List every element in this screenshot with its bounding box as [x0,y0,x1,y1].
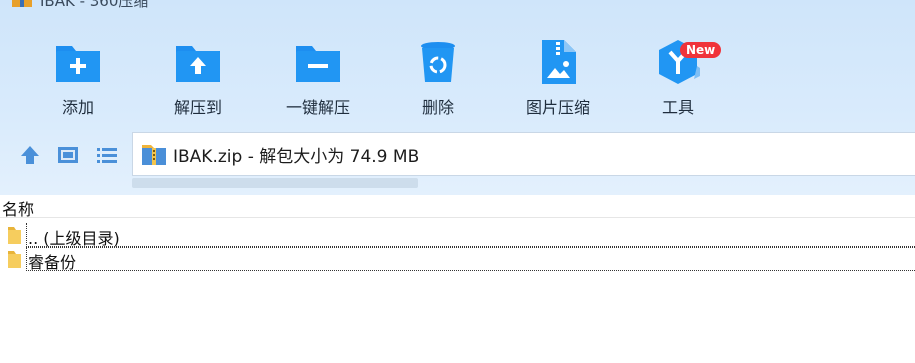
list-item-parent-directory[interactable]: .. (上级目录) [0,223,915,248]
image-file-icon [542,40,576,84]
row-separator [26,223,915,247]
list-view-icon [97,148,117,163]
add-label: 添加 [61,98,94,117]
new-badge: New [680,42,722,58]
recycle-bin-icon [421,42,455,82]
thumbnail-view-icon [58,147,78,163]
list-item-backup-folder[interactable]: 睿备份 [0,247,915,272]
add-button[interactable]: 添加 [28,20,128,120]
app-icon [12,0,32,7]
tools-button[interactable]: 工具 [628,20,728,120]
list-view-button[interactable] [94,142,120,168]
title-bar: IBAK - 360压缩 [0,0,148,10]
image-compress-button[interactable]: 图片压缩 [508,20,608,120]
folder-icon [8,251,21,268]
navigation-bar: IBAK.zip - 解包大小为 74.9 MB [0,132,915,178]
delete-label: 删除 [421,98,454,117]
window-title: IBAK - 360压缩 [40,0,149,10]
column-header-name[interactable]: 名称 [0,195,915,219]
one-click-extract-button[interactable]: 一键解压 [268,20,368,120]
extract-to-button[interactable]: 解压到 [148,20,248,120]
main-toolbar: 添加 解压到 一键解压 删除 图片压缩 工具 New [0,20,915,120]
path-scrollbar[interactable] [132,178,418,188]
up-level-button[interactable] [17,142,43,168]
zip-archive-icon [142,145,166,165]
extract-to-label: 解压到 [173,98,222,117]
thumbnail-view-button[interactable] [55,142,81,168]
path-text: IBAK.zip - 解包大小为 74.9 MB [173,146,420,167]
image-compress-label: 图片压缩 [525,98,590,117]
folder-icon [8,227,21,244]
focus-outline [26,247,915,271]
toolbar-area: IBAK - 360压缩 添加 解压到 一键解压 删除 图片压缩 工具 New … [0,0,915,195]
extract-folder-icon [176,46,220,82]
add-folder-icon [56,46,100,82]
tools-label: 工具 [661,98,694,117]
arrow-up-icon [21,146,39,164]
delete-button[interactable]: 删除 [388,20,488,120]
path-display[interactable]: IBAK.zip - 解包大小为 74.9 MB [132,132,915,176]
column-name-label: 名称 [2,200,35,219]
one-click-folder-icon [296,46,340,82]
one-click-extract-label: 一键解压 [285,98,350,117]
